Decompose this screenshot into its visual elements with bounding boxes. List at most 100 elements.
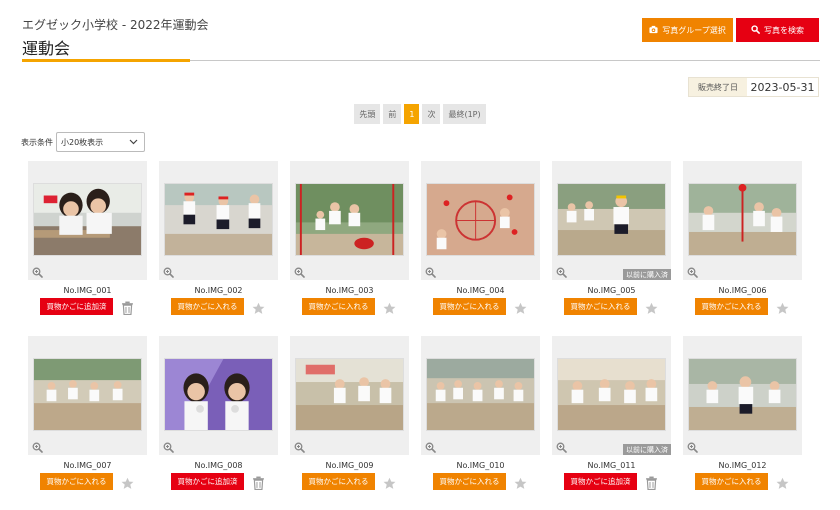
photo-card: No.IMG_003 買物かごに入れる <box>290 161 409 316</box>
photo-number: No.IMG_011 <box>587 461 636 470</box>
photo-number: No.IMG_007 <box>63 461 112 470</box>
star-icon[interactable] <box>514 475 527 489</box>
add-to-cart-button[interactable]: 買物かごに入れる <box>695 298 768 315</box>
photo-card: No.IMG_009 買物かごに入れる <box>290 336 409 491</box>
photo-thumbnail-box[interactable] <box>683 161 802 280</box>
photo-card: No.IMG_002 買物かごに入れる <box>159 161 278 316</box>
pager-current-page[interactable]: 1 <box>404 104 420 124</box>
zoom-in-icon[interactable] <box>294 263 305 278</box>
photo-number: No.IMG_003 <box>325 286 374 295</box>
photo-card: No.IMG_001 買物かごに追加済 <box>28 161 147 316</box>
photo-card: No.IMG_008 買物かごに追加済 <box>159 336 278 491</box>
photo-thumbnail[interactable] <box>295 358 404 431</box>
photo-thumbnail-box[interactable] <box>683 336 802 455</box>
photo-group-select-button[interactable]: 写真グループ選択 <box>642 18 733 42</box>
zoom-in-icon[interactable] <box>294 438 305 453</box>
sale-end-label: 販売終了日 <box>689 78 747 96</box>
pager-last[interactable]: 最終(1P) <box>443 104 486 124</box>
photo-thumbnail-box[interactable] <box>421 161 540 280</box>
trash-icon[interactable] <box>121 300 134 316</box>
add-to-cart-button[interactable]: 買物かごに入れる <box>695 473 768 490</box>
photo-thumbnail[interactable] <box>557 358 666 431</box>
photo-number: No.IMG_001 <box>63 286 112 295</box>
star-icon[interactable] <box>121 475 134 489</box>
pager-first[interactable]: 先頭 <box>354 104 381 124</box>
photo-thumbnail[interactable] <box>164 358 273 431</box>
photo-card: No.IMG_010 買物かごに入れる <box>421 336 540 491</box>
zoom-in-icon[interactable] <box>32 438 43 453</box>
page-title: 運動会 <box>22 39 71 58</box>
sale-end-date: 販売終了日 2023-05-31 <box>688 77 819 97</box>
pagination: 先頭 前 1 次 最終(1P) <box>0 104 840 124</box>
added-to-cart-button[interactable]: 買物かごに追加済 <box>171 473 244 490</box>
display-condition: 表示条件 小20枚表示 <box>21 132 145 152</box>
photo-thumbnail[interactable] <box>688 358 797 431</box>
display-count-select[interactable]: 小20枚表示 <box>56 132 145 152</box>
photo-grid: No.IMG_001 買物かごに追加済 No.IMG_002 買物かごに入れる No.I… <box>28 161 808 501</box>
zoom-in-icon[interactable] <box>163 263 174 278</box>
previously-purchased-badge: 以前に購入済 <box>623 444 671 455</box>
add-to-cart-button[interactable]: 買物かごに入れる <box>433 473 506 490</box>
zoom-in-icon[interactable] <box>425 438 436 453</box>
trash-icon[interactable] <box>645 475 658 491</box>
photo-thumbnail[interactable] <box>557 183 666 256</box>
added-to-cart-button[interactable]: 買物かごに追加済 <box>564 473 637 490</box>
photo-number: No.IMG_008 <box>194 461 243 470</box>
add-to-cart-button[interactable]: 買物かごに入れる <box>564 298 637 315</box>
photo-thumbnail-box[interactable] <box>290 336 409 455</box>
photo-thumbnail[interactable] <box>33 183 142 256</box>
zoom-in-icon[interactable] <box>425 263 436 278</box>
photo-thumbnail-box[interactable] <box>28 161 147 280</box>
added-to-cart-button[interactable]: 買物かごに追加済 <box>40 298 113 315</box>
photo-card: 以前に購入済 No.IMG_005 買物かごに入れる <box>552 161 671 316</box>
zoom-in-icon[interactable] <box>556 438 567 453</box>
photo-card: No.IMG_006 買物かごに入れる <box>683 161 802 316</box>
add-to-cart-button[interactable]: 買物かごに入れる <box>40 473 113 490</box>
trash-icon[interactable] <box>252 475 265 491</box>
photo-card: No.IMG_007 買物かごに入れる <box>28 336 147 491</box>
photo-thumbnail[interactable] <box>426 358 535 431</box>
zoom-in-icon[interactable] <box>687 263 698 278</box>
photo-number: No.IMG_012 <box>718 461 767 470</box>
page: エグゼック小学校 - 2022年運動会 運動会 写真グループ選択 写真を検索 販… <box>0 0 840 510</box>
photo-number: No.IMG_004 <box>456 286 505 295</box>
star-icon[interactable] <box>514 300 527 314</box>
camera-icon <box>649 25 658 36</box>
photo-thumbnail-box[interactable] <box>28 336 147 455</box>
star-icon[interactable] <box>776 300 789 314</box>
photo-thumbnail-box[interactable]: 以前に購入済 <box>552 161 671 280</box>
photo-thumbnail-box[interactable] <box>159 161 278 280</box>
add-to-cart-button[interactable]: 買物かごに入れる <box>302 298 375 315</box>
photo-search-button[interactable]: 写真を検索 <box>736 18 819 42</box>
photo-thumbnail[interactable] <box>33 358 142 431</box>
photo-number: No.IMG_009 <box>325 461 374 470</box>
zoom-in-icon[interactable] <box>163 438 174 453</box>
photo-thumbnail-box[interactable]: 以前に購入済 <box>552 336 671 455</box>
photo-thumbnail[interactable] <box>295 183 404 256</box>
star-icon[interactable] <box>645 300 658 314</box>
photo-number: No.IMG_005 <box>587 286 636 295</box>
zoom-in-icon[interactable] <box>556 263 567 278</box>
photo-thumbnail[interactable] <box>164 183 273 256</box>
sale-end-value: 2023-05-31 <box>750 80 815 94</box>
photo-thumbnail[interactable] <box>688 183 797 256</box>
pager-next[interactable]: 次 <box>422 104 441 124</box>
photo-thumbnail-box[interactable] <box>290 161 409 280</box>
zoom-in-icon[interactable] <box>687 438 698 453</box>
pager-prev[interactable]: 前 <box>383 104 402 124</box>
display-count-value: 小20枚表示 <box>61 137 104 147</box>
photo-number: No.IMG_006 <box>718 286 767 295</box>
add-to-cart-button[interactable]: 買物かごに入れる <box>433 298 506 315</box>
add-to-cart-button[interactable]: 買物かごに入れる <box>302 473 375 490</box>
photo-thumbnail-box[interactable] <box>159 336 278 455</box>
star-icon[interactable] <box>383 475 396 489</box>
star-icon[interactable] <box>776 475 789 489</box>
star-icon[interactable] <box>252 300 265 314</box>
photo-card: No.IMG_004 買物かごに入れる <box>421 161 540 316</box>
zoom-in-icon[interactable] <box>32 263 43 278</box>
add-to-cart-button[interactable]: 買物かごに入れる <box>171 298 244 315</box>
photo-thumbnail[interactable] <box>426 183 535 256</box>
photo-thumbnail-box[interactable] <box>421 336 540 455</box>
star-icon[interactable] <box>383 300 396 314</box>
previously-purchased-badge: 以前に購入済 <box>623 269 671 280</box>
